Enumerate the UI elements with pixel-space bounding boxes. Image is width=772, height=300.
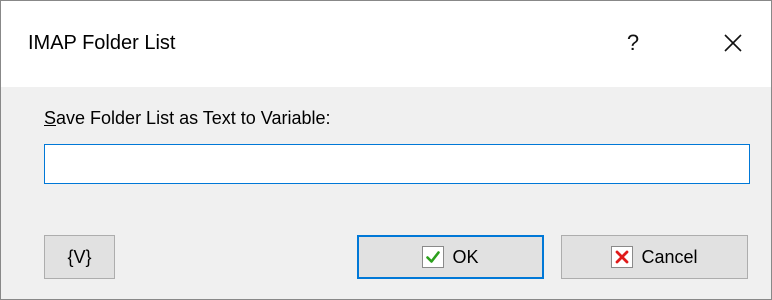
- close-icon: [724, 34, 742, 52]
- label-text: ave Folder List as Text to Variable:: [56, 108, 331, 128]
- ok-label: OK: [452, 246, 479, 267]
- check-icon: [422, 246, 445, 268]
- insert-variable-label: {V}: [67, 246, 92, 267]
- ok-button[interactable]: OK: [357, 235, 544, 279]
- variable-name-input[interactable]: [44, 144, 750, 184]
- insert-variable-button[interactable]: {V}: [44, 235, 115, 279]
- title-bar: IMAP Folder List ?: [1, 1, 771, 87]
- cancel-label: Cancel: [641, 246, 698, 267]
- cross-icon: [611, 246, 634, 268]
- close-button[interactable]: [705, 19, 761, 67]
- variable-field-label: Save Folder List as Text to Variable:: [44, 107, 331, 129]
- imap-folder-list-dialog: IMAP Folder List ? Save Folder List as T…: [0, 0, 772, 300]
- dialog-title: IMAP Folder List: [28, 32, 176, 54]
- label-accelerator-key: S: [44, 108, 57, 128]
- cancel-button[interactable]: Cancel: [561, 235, 748, 279]
- help-button[interactable]: ?: [605, 19, 661, 67]
